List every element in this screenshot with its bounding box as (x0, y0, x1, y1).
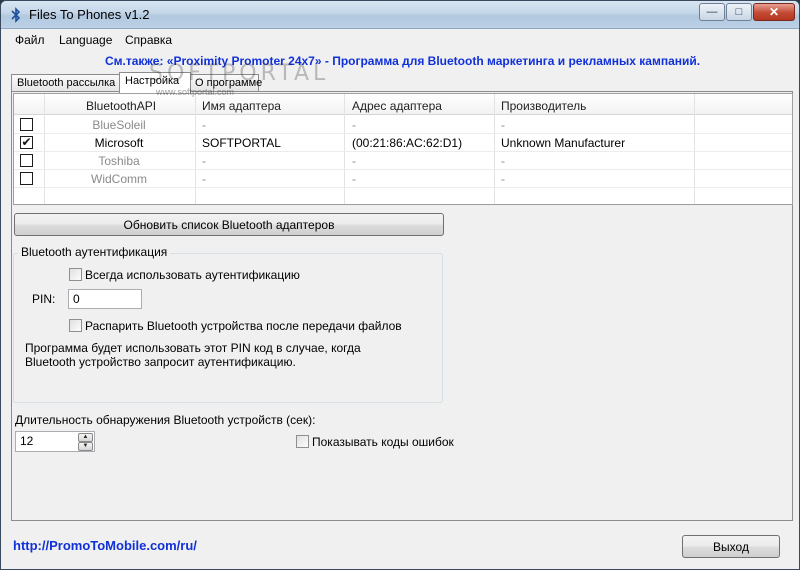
cell-name: - (202, 154, 206, 168)
always-auth-checkbox[interactable] (69, 268, 82, 281)
menu-language[interactable]: Language (59, 33, 112, 47)
cell-address: - (352, 172, 356, 186)
show-error-codes-checkbox[interactable] (296, 435, 309, 448)
adapter-checkbox[interactable] (20, 172, 33, 185)
spin-up-icon[interactable]: ▲ (78, 433, 93, 442)
table-header: BluetoothAPI Имя адаптера Адрес адаптера… (14, 94, 792, 115)
cell-manufacturer: Unknown Manufacturer (501, 136, 626, 150)
pin-input[interactable]: 0 (68, 289, 142, 309)
cell-address: (00:21:86:AC:62:D1) (352, 136, 463, 150)
header-adapter-name[interactable]: Имя адаптера (202, 99, 281, 113)
bluetooth-icon (11, 7, 21, 23)
minimize-button[interactable]: — (699, 3, 725, 21)
adapter-checkbox[interactable]: ✔ (20, 136, 33, 149)
spin-down-icon[interactable]: ▼ (78, 442, 93, 451)
title-bar[interactable]: Files To Phones v1.2 — □ ✕ (1, 1, 799, 29)
menu-help[interactable]: Справка (125, 33, 172, 47)
adapter-checkbox[interactable] (20, 154, 33, 167)
menu-file[interactable]: Файл (15, 33, 45, 47)
menu-bar: Файл Language Справка (1, 30, 799, 50)
cell-api: WidComm (91, 172, 147, 186)
always-auth-label: Всегда использовать аутентификацию (85, 268, 300, 282)
table-row[interactable]: BlueSoleil - - - (14, 116, 792, 134)
show-error-codes-label: Показывать коды ошибок (312, 435, 454, 449)
app-window: Files To Phones v1.2 — □ ✕ Файл Language… (0, 0, 800, 570)
maximize-button[interactable]: □ (726, 3, 752, 21)
header-bluetooth-api[interactable]: BluetoothAPI (86, 99, 156, 113)
adapter-checkbox[interactable] (20, 118, 33, 131)
close-button[interactable]: ✕ (753, 3, 795, 21)
cell-manufacturer: - (501, 118, 505, 132)
discovery-label: Длительность обнаружения Bluetooth устро… (15, 413, 316, 427)
cell-manufacturer: - (501, 154, 505, 168)
table-row-empty (14, 188, 792, 206)
cell-manufacturer: - (501, 172, 505, 186)
cell-address: - (352, 118, 356, 132)
cell-api: Toshiba (98, 154, 140, 168)
auth-note-line1: Программа будет использовать этот PIN ко… (25, 341, 361, 355)
cell-name: SOFTPORTAL (202, 136, 281, 150)
cell-api: BlueSoleil (92, 118, 146, 132)
cell-address: - (352, 154, 356, 168)
discovery-spinner: ▲ ▼ (77, 432, 94, 451)
cell-name: - (202, 118, 206, 132)
pin-label: PIN: (32, 292, 56, 306)
auth-group-title: Bluetooth аутентификация (18, 245, 171, 259)
unpair-checkbox[interactable] (69, 319, 82, 332)
table-row[interactable]: ✔ Microsoft SOFTPORTAL (00:21:86:AC:62:D… (14, 134, 792, 152)
refresh-adapters-button[interactable]: Обновить список Bluetooth адаптеров (14, 213, 444, 236)
watermark-url: www.softportal.com (156, 87, 235, 97)
table-row[interactable]: Toshiba - - - (14, 152, 792, 170)
tab-bluetooth-sending[interactable]: Bluetooth рассылка (11, 74, 121, 92)
cell-name: - (202, 172, 206, 186)
adapters-table: BluetoothAPI Имя адаптера Адрес адаптера… (13, 93, 793, 206)
window-controls: — □ ✕ (698, 3, 795, 21)
cell-api: Microsoft (94, 136, 144, 150)
header-manufacturer[interactable]: Производитель (501, 99, 586, 113)
exit-button[interactable]: Выход (682, 535, 780, 558)
unpair-label: Распарить Bluetooth устройства после пер… (85, 319, 402, 333)
promo-link[interactable]: См.также: «Proximity Promoter 24x7» - Пр… (105, 54, 700, 68)
header-adapter-address[interactable]: Адрес адаптера (352, 99, 442, 113)
window-title: Files To Phones v1.2 (29, 7, 150, 22)
website-link[interactable]: http://PromoToMobile.com/ru/ (13, 538, 197, 553)
table-row[interactable]: WidComm - - - (14, 170, 792, 188)
auth-note-line2: Bluetooth устройство запросит аутентифик… (25, 355, 296, 369)
